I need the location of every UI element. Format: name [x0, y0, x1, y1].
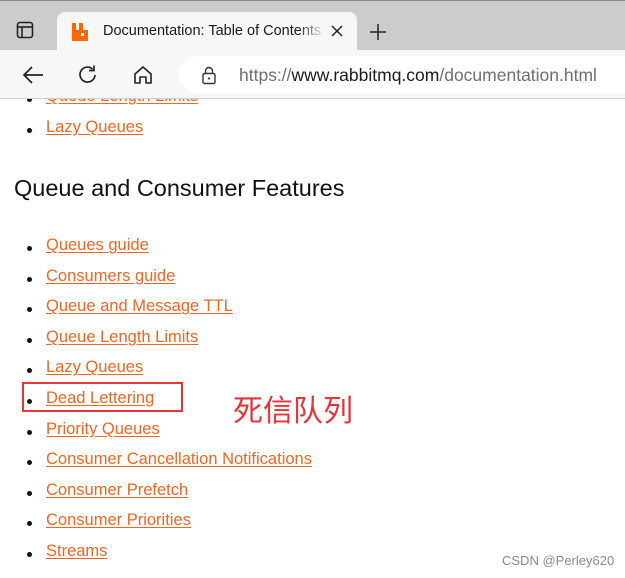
bullet [27, 551, 32, 557]
url-scheme: https:// [239, 65, 292, 85]
link-queue-length-limits-prev[interactable]: Queue Length Limits [46, 99, 198, 106]
bullet [27, 337, 32, 343]
section-heading: Queue and Consumer Features [14, 175, 345, 201]
link-consumers-guide[interactable]: Consumers guide [46, 267, 175, 286]
bullet [27, 429, 32, 435]
tab-title: Documentation: Table of Contents [103, 23, 322, 39]
link-consumer-priorities[interactable]: Consumer Priorities [46, 511, 191, 530]
watermark: CSDN @Perley620 [502, 553, 615, 568]
bullet [27, 460, 32, 466]
bullet [27, 99, 32, 102]
reload-icon[interactable] [75, 62, 101, 88]
link-queues-guide[interactable]: Queues guide [46, 236, 149, 255]
bullet [27, 246, 32, 251]
rabbitmq-logo-icon [70, 22, 90, 42]
link-consumer-prefetch[interactable]: Consumer Prefetch [46, 481, 188, 500]
close-icon[interactable] [327, 21, 347, 41]
bullet [27, 307, 32, 313]
page-content: Queue Length Limits Lazy Queues Queue an… [0, 99, 625, 578]
bullet [27, 276, 32, 282]
link-streams[interactable]: Streams [46, 542, 107, 561]
back-arrow-icon[interactable] [20, 62, 46, 88]
link-queue-length-limits[interactable]: Queue Length Limits [46, 328, 198, 347]
link-consumer-cancellation-notifications[interactable]: Consumer Cancellation Notifications [46, 450, 312, 469]
bullet [27, 490, 32, 496]
home-icon[interactable] [130, 62, 156, 88]
browser-toolbar: https://www.rabbitmq.com/documentation.h… [0, 50, 625, 99]
tab-actions-icon[interactable] [14, 19, 36, 41]
link-lazy-queues-prev[interactable]: Lazy Queues [46, 118, 143, 137]
bullet [27, 521, 32, 527]
browser-tab[interactable]: Documentation: Table of Contents [57, 12, 357, 52]
address-bar[interactable]: https://www.rabbitmq.com/documentation.h… [179, 56, 625, 93]
url-host: www.rabbitmq.com [291, 65, 440, 85]
annotation-highlight-box [22, 382, 183, 412]
url-path: /documentation.html [439, 65, 597, 85]
bullet [27, 368, 32, 374]
link-queue-and-message-ttl[interactable]: Queue and Message TTL [46, 297, 233, 316]
link-lazy-queues[interactable]: Lazy Queues [46, 358, 143, 377]
tab-bar: Documentation: Table of Contents [0, 0, 625, 52]
new-tab-button[interactable] [366, 20, 390, 44]
lock-icon[interactable] [199, 65, 219, 85]
link-priority-queues[interactable]: Priority Queues [46, 420, 160, 439]
bullet [27, 127, 32, 133]
annotation-text: 死信队列 [233, 394, 353, 429]
url-text[interactable]: https://www.rabbitmq.com/documentation.h… [239, 65, 597, 86]
